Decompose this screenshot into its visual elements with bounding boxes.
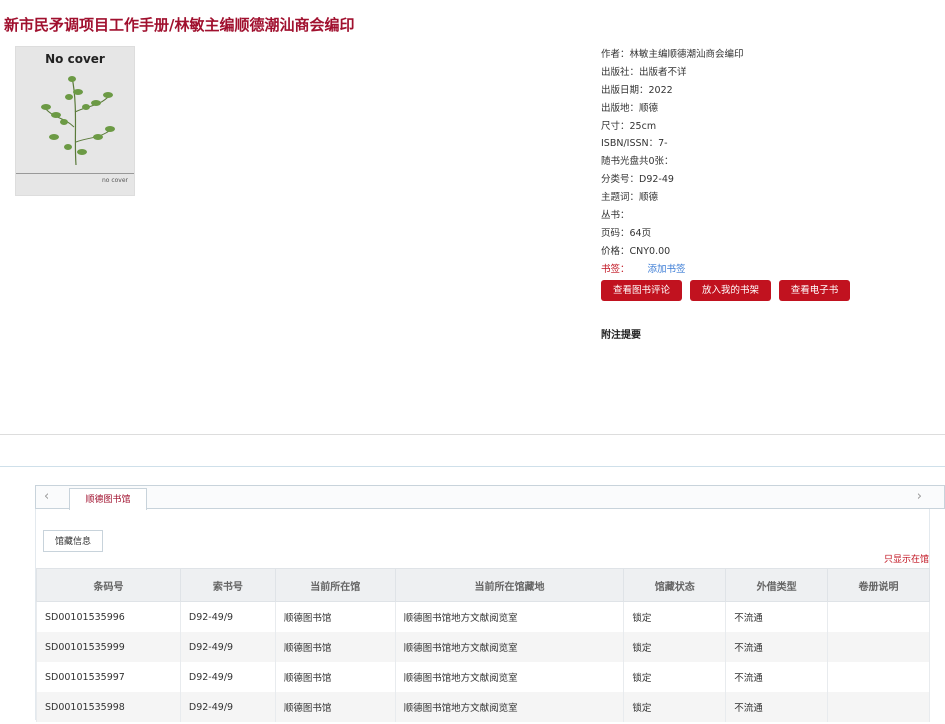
meta-classification: 分类号：D92-49 bbox=[601, 174, 674, 186]
col-status: 馆藏状态 bbox=[623, 568, 727, 602]
cell-barcode: SD00101535996 bbox=[36, 601, 181, 632]
cell-barcode: SD00101535999 bbox=[36, 632, 181, 662]
cover-divider bbox=[16, 173, 134, 174]
meta-pub-date: 出版日期：2022 bbox=[601, 84, 673, 96]
meta-author: 作者：林敏主编顺德潮汕商会编印 bbox=[601, 49, 744, 60]
cell-volume-note bbox=[827, 632, 930, 662]
tab-shunde-library[interactable]: 顺德图书馆 bbox=[69, 488, 147, 510]
bookmark-label: 书签： bbox=[601, 263, 630, 275]
meta-disc: 随书光盘共0张： bbox=[601, 156, 674, 168]
meta-price: 价格：CNY0.00 bbox=[601, 245, 671, 257]
col-barcode: 条码号 bbox=[36, 568, 181, 602]
divider bbox=[0, 466, 945, 467]
cell-loan-type: 不流通 bbox=[725, 662, 829, 692]
view-review-button[interactable]: 查看图书评论 bbox=[601, 280, 682, 301]
meta-size: 尺寸：25cm bbox=[601, 120, 657, 132]
meta-pages: 页码：64页 bbox=[601, 227, 652, 239]
holdings-table: 条码号 索书号 当前所在馆 当前所在馆藏地 馆藏状态 外借类型 卷册说明 SD0… bbox=[36, 568, 930, 722]
col-location: 当前所在馆藏地 bbox=[394, 568, 625, 602]
meta-publisher: 出版社：出版者不详 bbox=[601, 66, 687, 78]
cell-status: 锁定 bbox=[623, 692, 727, 722]
cell-barcode: SD00101535997 bbox=[36, 662, 181, 692]
col-volume-note: 卷册说明 bbox=[827, 568, 930, 602]
meta-subject: 主题词：顺德 bbox=[601, 192, 659, 204]
cell-call-number: D92-49/9 bbox=[179, 601, 276, 632]
meta-series: 丛书： bbox=[601, 210, 630, 222]
col-call-number: 索书号 bbox=[179, 568, 276, 602]
cell-call-number: D92-49/9 bbox=[179, 692, 276, 722]
cell-library: 顺德图书馆 bbox=[274, 632, 396, 662]
library-tab-bar: ‹ 顺德图书馆 › bbox=[35, 485, 945, 510]
divider bbox=[0, 434, 945, 435]
book-cover-image: No cover no cover bbox=[15, 46, 135, 196]
cell-library: 顺德图书馆 bbox=[274, 662, 396, 692]
cell-loan-type: 不流通 bbox=[725, 632, 829, 662]
cell-location: 顺德图书馆地方文献阅览室 bbox=[394, 632, 625, 662]
meta-isbn: ISBN/ISSN：7- bbox=[601, 138, 668, 150]
cell-volume-note bbox=[827, 601, 930, 632]
book-title: 新市民矛调项目工作手册/林敏主编顺德潮汕商会编印 bbox=[4, 16, 355, 34]
table-row: SD00101535997 D92-49/9 顺德图书馆 顺德图书馆地方文献阅览… bbox=[36, 662, 930, 692]
book-metadata: 作者：林敏主编顺德潮汕商会编印 出版社：出版者不详 出版日期：2022 出版地：… bbox=[601, 46, 744, 279]
cell-library: 顺德图书馆 bbox=[274, 601, 396, 632]
plant-illustration-icon bbox=[41, 76, 115, 166]
cell-call-number: D92-49/9 bbox=[179, 662, 276, 692]
notes-heading: 附注提要 bbox=[601, 330, 641, 341]
cell-volume-note bbox=[827, 662, 930, 692]
add-to-shelf-button[interactable]: 放入我的书架 bbox=[690, 280, 771, 301]
chevron-right-icon[interactable]: › bbox=[917, 489, 922, 504]
tab-holdings-info[interactable]: 馆藏信息 bbox=[43, 530, 103, 552]
cell-location: 顺德图书馆地方文献阅览室 bbox=[394, 601, 625, 632]
table-row: SD00101535999 D92-49/9 顺德图书馆 顺德图书馆地方文献阅览… bbox=[36, 632, 930, 662]
cell-status: 锁定 bbox=[623, 662, 727, 692]
table-header-row: 条码号 索书号 当前所在馆 当前所在馆藏地 馆藏状态 外借类型 卷册说明 bbox=[36, 568, 930, 602]
table-row: SD00101535998 D92-49/9 顺德图书馆 顺德图书馆地方文献阅览… bbox=[36, 692, 930, 722]
meta-bookmark: 书签： 添加书签 bbox=[601, 261, 744, 279]
chevron-left-icon[interactable]: ‹ bbox=[44, 489, 49, 504]
cover-text: No cover bbox=[45, 52, 105, 66]
cell-call-number: D92-49/9 bbox=[179, 632, 276, 662]
cover-small-text: no cover bbox=[101, 177, 128, 184]
cell-loan-type: 不流通 bbox=[725, 601, 829, 632]
col-loan-type: 外借类型 bbox=[725, 568, 829, 602]
only-available-link[interactable]: 只显示在馆 bbox=[884, 552, 929, 565]
cell-library: 顺德图书馆 bbox=[274, 692, 396, 722]
cell-loan-type: 不流通 bbox=[725, 692, 829, 722]
view-ebook-button[interactable]: 查看电子书 bbox=[779, 280, 850, 301]
col-library: 当前所在馆 bbox=[274, 568, 396, 602]
cell-barcode: SD00101535998 bbox=[36, 692, 181, 722]
cell-location: 顺德图书馆地方文献阅览室 bbox=[394, 662, 625, 692]
cell-status: 锁定 bbox=[623, 601, 727, 632]
cell-status: 锁定 bbox=[623, 632, 727, 662]
table-row: SD00101535996 D92-49/9 顺德图书馆 顺德图书馆地方文献阅览… bbox=[36, 601, 930, 632]
meta-pub-place: 出版地：顺德 bbox=[601, 102, 659, 114]
cell-volume-note bbox=[827, 692, 930, 722]
cell-location: 顺德图书馆地方文献阅览室 bbox=[394, 692, 625, 722]
add-bookmark-link[interactable]: 添加书签 bbox=[648, 264, 686, 275]
